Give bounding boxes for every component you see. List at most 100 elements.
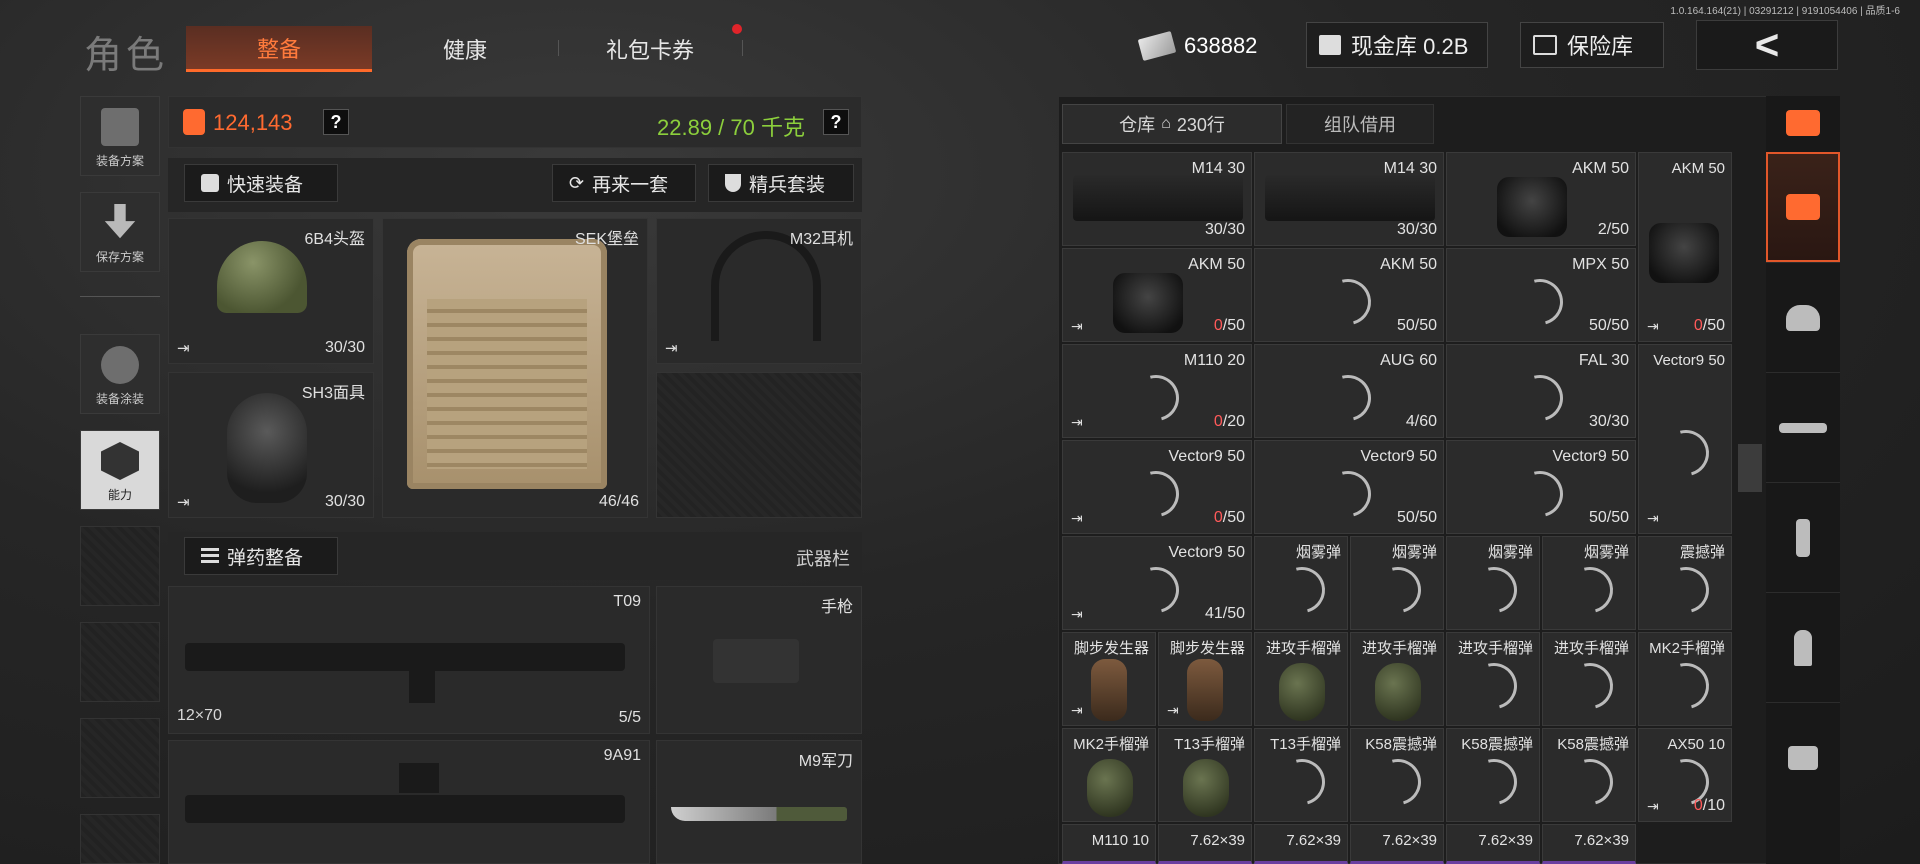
cash-vault-button[interactable]: 现金库 0.2B xyxy=(1306,22,1488,68)
again-button[interactable]: ⟳ 再来一套 xyxy=(552,164,696,202)
storage-item[interactable]: AKM 50 0/50 ⇥ xyxy=(1062,248,1252,342)
insurance-vault-button[interactable]: 保险库 xyxy=(1520,22,1664,68)
unequip-icon[interactable]: ⇥ xyxy=(177,493,190,511)
elite-set-button[interactable]: 精兵套装 xyxy=(708,164,854,202)
unequip-icon[interactable]: ⇥ xyxy=(1647,798,1659,815)
unequip-icon[interactable]: ⇥ xyxy=(1647,318,1659,335)
storage-item[interactable]: 7.62×39 xyxy=(1158,824,1252,864)
help-icon[interactable]: ? xyxy=(323,109,349,135)
storage-item[interactable]: K58震撼弹 xyxy=(1446,728,1540,822)
storage-item[interactable]: FAL 30 30/30 xyxy=(1446,344,1636,438)
category-magazine[interactable] xyxy=(1766,482,1840,592)
sidebar-item-save-plan[interactable]: 保存方案 xyxy=(80,192,160,272)
storage-item[interactable]: MK2手榴弹 xyxy=(1638,632,1732,726)
mask-slot[interactable]: SH3面具 ⇥ 30/30 xyxy=(168,372,374,518)
storage-item[interactable]: MK2手榴弹 xyxy=(1062,728,1156,822)
category-all-button[interactable] xyxy=(1766,96,1840,150)
storage-item[interactable]: 烟雾弹 xyxy=(1350,536,1444,630)
storage-item[interactable]: Vector9 50 41/50 ⇥ xyxy=(1062,536,1252,630)
loading-icon xyxy=(1654,558,1718,622)
storage-item[interactable]: MPX 50 50/50 xyxy=(1446,248,1636,342)
empty-gear-slot[interactable] xyxy=(656,372,862,518)
storage-item[interactable]: 进攻手榴弹 xyxy=(1254,632,1348,726)
helmet-slot[interactable]: 6B4头盔 ⇥ 30/30 xyxy=(168,218,374,364)
back-button[interactable]: < xyxy=(1696,20,1838,70)
stack-icon xyxy=(1786,110,1820,136)
pistol-slot[interactable]: 手枪 xyxy=(656,586,862,734)
storage-item[interactable]: 烟雾弹 xyxy=(1542,536,1636,630)
storage-item[interactable]: AUG 60 4/60 xyxy=(1254,344,1444,438)
storage-item[interactable]: 烟雾弹 xyxy=(1446,536,1540,630)
sidebar-item-gear-paint[interactable]: 装备涂装 xyxy=(80,334,160,414)
storage-item[interactable]: 震撼弹 xyxy=(1638,536,1732,630)
headset-slot[interactable]: M32耳机 ⇥ xyxy=(656,218,862,364)
ammo-loadout-button[interactable]: 弹药整备 xyxy=(184,537,338,575)
knife-slot[interactable]: M9军刀 xyxy=(656,740,862,864)
storage-item[interactable]: AKM 50 50/50 xyxy=(1254,248,1444,342)
scrollbar[interactable] xyxy=(1738,444,1762,492)
storage-item[interactable]: 进攻手榴弹 xyxy=(1446,632,1540,726)
storage-item[interactable]: 烟雾弹 xyxy=(1254,536,1348,630)
storage-item[interactable]: 7.62×39 xyxy=(1446,824,1540,864)
category-gear[interactable] xyxy=(1766,152,1840,262)
secondary-weapon-slot[interactable]: 9A91 xyxy=(168,740,650,864)
count-empty: 0 xyxy=(1693,317,1703,334)
unequip-icon[interactable]: ⇥ xyxy=(1071,510,1083,527)
unequip-icon[interactable]: ⇥ xyxy=(1071,318,1083,335)
help-icon[interactable]: ? xyxy=(823,109,849,135)
sidebar-item-ability[interactable]: 能力 xyxy=(80,430,160,510)
count-capacity: /10 xyxy=(1702,797,1725,814)
category-ammo[interactable] xyxy=(1766,592,1840,702)
storage-item[interactable]: 7.62×39 xyxy=(1254,824,1348,864)
tab-equip[interactable]: 整备 xyxy=(186,26,372,72)
loading-icon xyxy=(1316,366,1380,430)
unequip-icon[interactable]: ⇥ xyxy=(1167,702,1179,719)
unequip-icon[interactable]: ⇥ xyxy=(665,339,678,357)
empty-slot xyxy=(80,814,160,864)
storage-item[interactable]: K58震撼弹 xyxy=(1350,728,1444,822)
unequip-icon[interactable]: ⇥ xyxy=(1071,702,1083,719)
sidebar-item-loadout-plan[interactable]: 装备方案 xyxy=(80,96,160,176)
cash-vault-label: 现金库 0.2B xyxy=(1351,34,1469,59)
tab-warehouse[interactable]: 仓库 ⌂ 230行 xyxy=(1062,104,1282,144)
category-helmet[interactable] xyxy=(1766,262,1840,372)
storage-item[interactable]: 7.62×39 xyxy=(1542,824,1636,864)
vest-slot[interactable]: SEK堡垒 46/46 xyxy=(382,218,648,518)
notification-dot xyxy=(732,24,742,34)
storage-item[interactable]: AX50 10 0/10 ⇥ xyxy=(1638,728,1732,822)
quick-equip-button[interactable]: 快速装备 xyxy=(184,164,338,202)
tab-team-borrow[interactable]: 组队借用 xyxy=(1286,104,1434,144)
unequip-icon[interactable]: ⇥ xyxy=(177,339,190,357)
unequip-icon[interactable]: ⇥ xyxy=(1071,414,1083,431)
storage-item[interactable]: Vector9 50 0/50 ⇥ xyxy=(1062,440,1252,534)
storage-item[interactable]: AKM 50 0/50 ⇥ xyxy=(1638,152,1732,342)
storage-item[interactable]: 脚步发生器 ⇥ xyxy=(1158,632,1252,726)
tab-health[interactable]: 健康 xyxy=(372,26,558,72)
loading-icon xyxy=(1462,558,1526,622)
storage-item[interactable]: T13手榴弹 xyxy=(1158,728,1252,822)
storage-item[interactable]: Vector9 50 ⇥ xyxy=(1638,344,1732,534)
category-attachment[interactable] xyxy=(1766,702,1840,812)
unequip-icon[interactable]: ⇥ xyxy=(1647,510,1659,527)
primary-weapon-slot[interactable]: T09 12×70 5/5 xyxy=(168,586,650,734)
item-name: SH3面具 xyxy=(301,385,365,402)
storage-item[interactable]: M14 30 30/30 xyxy=(1062,152,1252,246)
sidebar-item-label: 装备方案 xyxy=(95,154,144,168)
item-name: T13手榴弹 xyxy=(1270,736,1341,753)
storage-item[interactable]: K58震撼弹 xyxy=(1542,728,1636,822)
unequip-icon[interactable]: ⇥ xyxy=(1071,606,1083,623)
storage-item[interactable]: Vector9 50 50/50 xyxy=(1446,440,1636,534)
storage-item[interactable]: 脚步发生器 ⇥ xyxy=(1062,632,1156,726)
storage-item[interactable]: M14 30 30/30 xyxy=(1254,152,1444,246)
storage-item[interactable]: 进攻手榴弹 xyxy=(1542,632,1636,726)
storage-item[interactable]: M110 10 xyxy=(1062,824,1156,864)
tab-gift-vouchers[interactable]: 礼包卡券 xyxy=(560,26,740,72)
storage-item[interactable]: 7.62×39 xyxy=(1350,824,1444,864)
category-rifle[interactable] xyxy=(1766,372,1840,482)
storage-item[interactable]: 进攻手榴弹 xyxy=(1350,632,1444,726)
storage-item[interactable]: M110 20 0/20 ⇥ xyxy=(1062,344,1252,438)
item-name: AKM 50 xyxy=(1380,256,1437,273)
storage-item[interactable]: Vector9 50 50/50 xyxy=(1254,440,1444,534)
storage-item[interactable]: AKM 50 2/50 xyxy=(1446,152,1636,246)
storage-item[interactable]: T13手榴弹 xyxy=(1254,728,1348,822)
